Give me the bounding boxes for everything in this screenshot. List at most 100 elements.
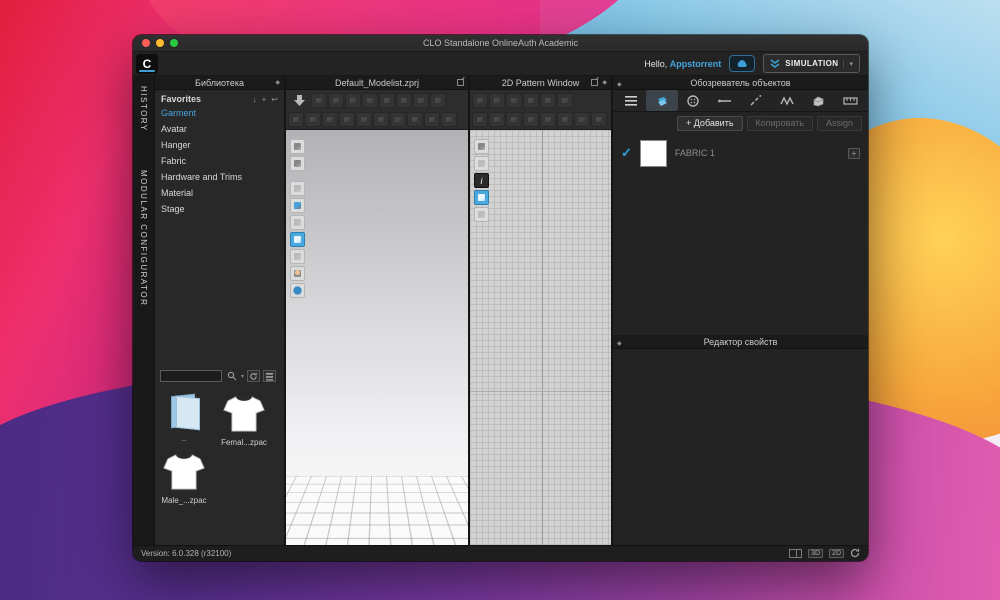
collapse-handle-icon[interactable]: ◆ [617, 82, 622, 88]
toolbar-cell-icon[interactable] [288, 112, 304, 127]
property-editor-header[interactable]: ◆ Редактор свойств [613, 335, 868, 349]
toolbar-cell-icon[interactable] [362, 93, 378, 108]
toolbar-cell-icon[interactable] [407, 112, 423, 127]
tab-modular-configurator[interactable]: MODULAR CONFIGURATOR [139, 170, 148, 306]
toolbar-cell-icon[interactable] [390, 112, 406, 127]
file-item-female-avatar[interactable]: Femal...zpac [219, 393, 269, 447]
search-filter-caret-icon[interactable]: ▾ [241, 373, 244, 380]
show-garment-tool-icon[interactable] [290, 181, 305, 196]
download-icon[interactable]: ↓ [253, 95, 257, 104]
toolbar-cell-icon[interactable] [557, 93, 573, 108]
username[interactable]: Appstorrent [670, 59, 722, 69]
toolbar-cell-icon[interactable] [413, 93, 429, 108]
back-icon[interactable]: ↩ [271, 95, 278, 104]
toolbar-cell-icon[interactable] [379, 93, 395, 108]
tab-topstitch[interactable] [741, 90, 772, 111]
show-baseline-tool-icon[interactable] [474, 207, 489, 222]
library-item-fabric[interactable]: Fabric [155, 153, 284, 169]
fabric-selected-check-icon[interactable]: ✓ [621, 145, 632, 161]
fabric-list-item[interactable]: ✓ FABRIC 1 + [613, 134, 868, 172]
library-item-material[interactable]: Material [155, 185, 284, 201]
toolbar-cell-icon[interactable] [540, 112, 556, 127]
tab-buttonhole[interactable] [709, 90, 740, 111]
add-icon[interactable]: + [262, 95, 267, 104]
clo-logo[interactable]: C [136, 54, 158, 74]
object-browser-header[interactable]: ◆ Обозреватель объектов [613, 76, 868, 90]
toolbar-cell-icon[interactable] [489, 112, 505, 127]
toolbar-cell-icon[interactable] [396, 93, 412, 108]
simulation-dropdown-caret[interactable]: ▾ [843, 60, 853, 68]
toolbar-cell-icon[interactable] [322, 112, 338, 127]
toolbar-cell-icon[interactable] [424, 112, 440, 127]
viewport-2d-canvas[interactable] [470, 130, 611, 545]
search-input[interactable] [160, 370, 222, 382]
library-panel-header[interactable]: Библиотека ◆ [155, 76, 284, 90]
toolbar-cell-icon[interactable] [472, 112, 488, 127]
add-fabric-button[interactable]: + Добавить [677, 116, 743, 131]
pin-fabric-tool-icon[interactable] [290, 139, 305, 154]
toggle-3d-button[interactable]: 3D [808, 549, 823, 558]
library-item-avatar[interactable]: Avatar [155, 121, 284, 137]
fabric-options-icon[interactable]: + [848, 148, 860, 159]
select-move-tool-button[interactable] [288, 92, 310, 109]
split-view-icon[interactable] [789, 549, 802, 558]
pattern-info-tool-icon[interactable] [474, 173, 489, 188]
toolbar-cell-icon[interactable] [489, 93, 505, 108]
toolbar-cell-icon[interactable] [523, 93, 539, 108]
toolbar-cell-icon[interactable] [472, 93, 488, 108]
toolbar-cell-icon[interactable] [311, 93, 327, 108]
file-item-parent-folder[interactable]: .. [159, 393, 209, 447]
toolbar-cell-icon[interactable] [506, 112, 522, 127]
library-item-hardware-and-trims[interactable]: Hardware and Trims [155, 169, 284, 185]
tab-scene-list[interactable] [615, 90, 646, 111]
file-item-male-avatar[interactable]: Male_...zpac [159, 451, 209, 505]
toolbar-cell-icon[interactable] [441, 112, 457, 127]
refresh-icon[interactable] [247, 370, 260, 382]
collapse-handle-icon[interactable]: ◆ [617, 341, 622, 347]
library-item-hanger[interactable]: Hanger [155, 137, 284, 153]
library-item-garment[interactable]: Garment [155, 105, 284, 121]
toolbar-cell-icon[interactable] [373, 112, 389, 127]
library-item-stage[interactable]: Stage [155, 201, 284, 217]
library-item-favorites[interactable]: Favorites [161, 94, 201, 104]
view-mode-icon[interactable] [263, 370, 276, 382]
toolbar-cell-icon[interactable] [506, 93, 522, 108]
fold-arrangement-tool-icon[interactable] [290, 249, 305, 264]
toolbar-cell-icon[interactable] [356, 112, 372, 127]
show-pattern-2d-tool-icon[interactable] [474, 190, 489, 205]
show-pattern-tool-icon[interactable] [290, 232, 305, 247]
collapse-handle-icon[interactable]: ◆ [275, 79, 280, 86]
viewport-3d-canvas[interactable] [286, 130, 468, 545]
viewport-2d-header[interactable]: 2D Pattern Window ◆ [470, 76, 611, 90]
environment-tool-icon[interactable] [290, 283, 305, 298]
toolbar-cell-icon[interactable] [557, 112, 573, 127]
toolbar-cell-icon[interactable] [305, 112, 321, 127]
tab-history[interactable]: HISTORY [139, 86, 148, 132]
toolbar-cell-icon[interactable] [430, 93, 446, 108]
simulation-button[interactable]: SIMULATION ▾ [763, 54, 860, 73]
edit-pattern-tool-icon[interactable] [474, 139, 489, 154]
garment-fit-tool-icon[interactable] [290, 156, 305, 171]
tab-puckering[interactable] [772, 90, 803, 111]
search-icon[interactable] [225, 370, 238, 382]
toolbar-cell-icon[interactable] [540, 93, 556, 108]
open-in-new-window-icon[interactable] [457, 79, 464, 86]
tab-button[interactable] [678, 90, 709, 111]
sync-icon[interactable] [850, 545, 860, 562]
collapse-handle-icon[interactable]: ◆ [602, 79, 607, 86]
toolbar-cell-icon[interactable] [328, 93, 344, 108]
tab-fabric[interactable] [646, 90, 677, 111]
avatar-display-tool-icon[interactable] [290, 266, 305, 281]
open-in-new-window-icon[interactable] [591, 79, 598, 86]
toolbar-cell-icon[interactable] [339, 112, 355, 127]
toolbar-cell-icon[interactable] [574, 112, 590, 127]
cloud-button[interactable] [729, 55, 755, 72]
show-garment-2d-tool-icon[interactable] [474, 156, 489, 171]
assign-fabric-button[interactable]: Assign [817, 116, 862, 131]
pin-tool-icon[interactable] [290, 215, 305, 230]
toolbar-cell-icon[interactable] [523, 112, 539, 127]
sewing-tool-icon[interactable] [290, 198, 305, 213]
toggle-2d-button[interactable]: 2D [829, 549, 844, 558]
fabric-swatch[interactable] [640, 140, 667, 167]
tab-trim[interactable] [803, 90, 834, 111]
